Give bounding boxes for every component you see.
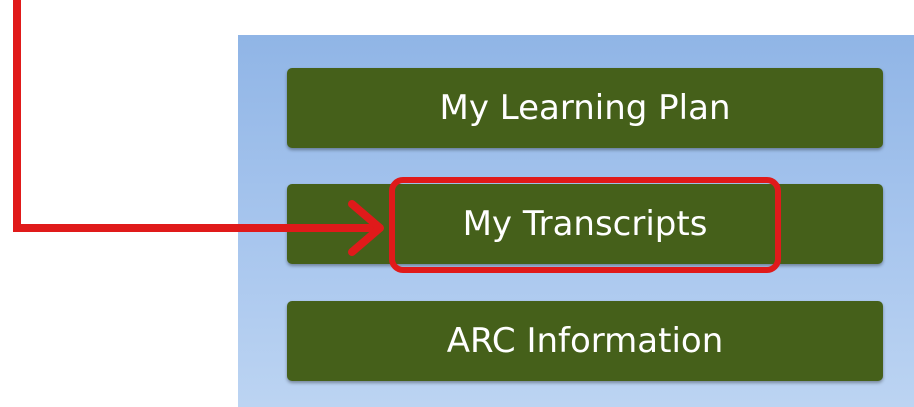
arrow-line (13, 0, 375, 232)
screenshot-stage: My Learning Plan My Transcripts ARC Info… (0, 0, 914, 407)
pointer-arrow (13, 0, 384, 256)
